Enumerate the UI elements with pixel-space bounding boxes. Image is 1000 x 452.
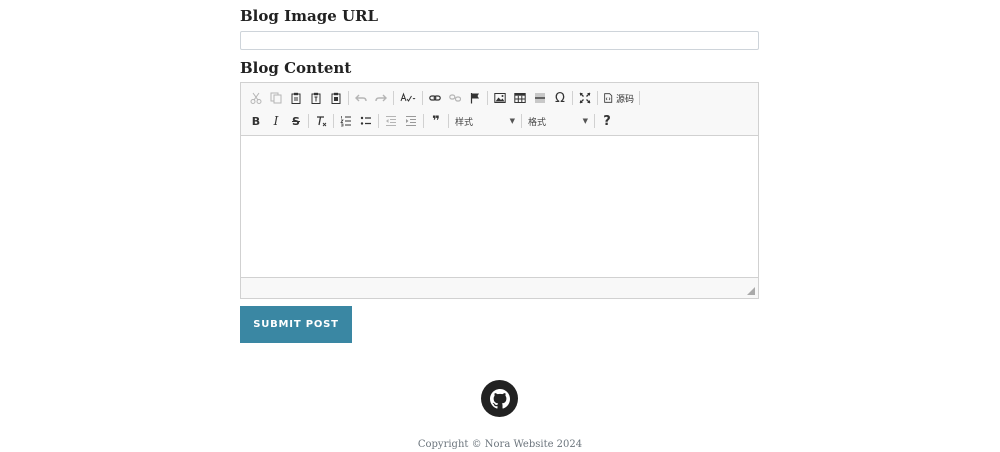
github-icon: [489, 388, 510, 409]
toolbar-separator: [594, 114, 595, 128]
help-icon[interactable]: ?: [597, 111, 617, 131]
indent-icon[interactable]: [401, 111, 421, 131]
content-label: Blog Content: [240, 59, 352, 77]
link-icon[interactable]: [425, 88, 445, 108]
special-char-icon[interactable]: Ω: [550, 88, 570, 108]
image-icon[interactable]: [490, 88, 510, 108]
undo-icon[interactable]: [351, 88, 371, 108]
anchor-icon[interactable]: [465, 88, 485, 108]
toolbar-separator: [308, 114, 309, 128]
cut-icon[interactable]: [246, 88, 266, 108]
styles-dropdown[interactable]: 样式 ▼: [451, 112, 519, 130]
resize-handle-icon[interactable]: [747, 287, 755, 295]
toolbar-separator: [333, 114, 334, 128]
toolbar-separator: [521, 114, 522, 128]
editor-status-bar: [241, 277, 758, 298]
toolbar-separator: [378, 114, 379, 128]
table-icon[interactable]: [510, 88, 530, 108]
bold-icon[interactable]: B: [246, 111, 266, 131]
toolbar-row-2: B I S ❞ 样式 ▼ 格式 ▼ ?: [246, 111, 617, 131]
outdent-icon[interactable]: [381, 111, 401, 131]
toolbar-separator: [422, 91, 423, 105]
toolbar-separator: [572, 91, 573, 105]
paste-word-icon[interactable]: [326, 88, 346, 108]
toolbar-separator: [487, 91, 488, 105]
toolbar-separator: [423, 114, 424, 128]
toolbar-separator: [597, 91, 598, 105]
spellcheck-icon[interactable]: [396, 88, 420, 108]
github-link[interactable]: [481, 380, 518, 417]
paste-icon[interactable]: [286, 88, 306, 108]
chevron-down-icon: ▼: [582, 117, 588, 125]
paste-text-icon[interactable]: [306, 88, 326, 108]
toolbar-separator: [448, 114, 449, 128]
maximize-icon[interactable]: [575, 88, 595, 108]
format-dropdown[interactable]: 格式 ▼: [524, 112, 592, 130]
numbered-list-icon[interactable]: [336, 111, 356, 131]
image-url-input[interactable]: [240, 31, 759, 50]
editor-content-area[interactable]: [241, 136, 758, 278]
bulleted-list-icon[interactable]: [356, 111, 376, 131]
remove-format-icon[interactable]: [311, 111, 331, 131]
toolbar-separator: [393, 91, 394, 105]
chevron-down-icon: ▼: [509, 117, 515, 125]
styles-label: 样式: [455, 117, 474, 128]
redo-icon[interactable]: [371, 88, 391, 108]
source-icon: [603, 93, 613, 103]
format-label: 格式: [528, 117, 547, 128]
editor-toolbar: Ω 源码 B I S ❞ 样式 ▼ 格式 ▼ ?: [241, 83, 758, 136]
blockquote-icon[interactable]: ❞: [426, 111, 446, 131]
image-url-label: Blog Image URL: [240, 7, 379, 25]
toolbar-separator: [639, 91, 641, 105]
toolbar-separator: [348, 91, 349, 105]
rich-text-editor: Ω 源码 B I S ❞ 样式 ▼ 格式 ▼ ?: [240, 82, 759, 299]
italic-icon[interactable]: I: [266, 111, 286, 131]
unlink-icon[interactable]: [445, 88, 465, 108]
strike-icon[interactable]: S: [286, 111, 306, 131]
toolbar-row-1: Ω 源码: [246, 88, 642, 108]
horizontal-rule-icon[interactable]: [530, 88, 550, 108]
source-button[interactable]: 源码: [600, 88, 637, 108]
copyright-text: Copyright © Nora Website 2024: [417, 439, 583, 450]
source-label: 源码: [616, 94, 635, 105]
copy-icon[interactable]: [266, 88, 286, 108]
submit-post-button[interactable]: SUBMIT POST: [240, 306, 352, 343]
